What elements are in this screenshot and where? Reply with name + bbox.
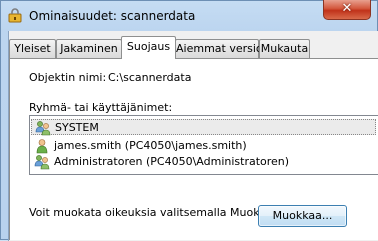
groups-label: Ryhmä- tai käyttäjänimet: (29, 101, 173, 114)
group-users-icon (35, 120, 51, 136)
list-item-system[interactable]: SYSTEM (31, 119, 376, 136)
edit-hint-text: Voit muokata oikeuksia valitsemalla Muok… (29, 206, 283, 219)
lock-folder-icon (8, 8, 22, 23)
window-title: Ominaisuudet: scannerdata (29, 9, 196, 23)
object-name-label: Objektin nimi: (29, 71, 107, 84)
close-button[interactable]: ✕ (323, 0, 371, 20)
tab-sharing[interactable]: Jakaminen (56, 39, 122, 58)
principal-name: Administratoren (PC4050\Administratoren) (54, 155, 290, 168)
title-bar[interactable]: Ominaisuudet: scannerdata ✕ (1, 0, 378, 31)
tab-customize[interactable]: Mukauta (259, 39, 310, 58)
principal-name: SYSTEM (55, 121, 99, 134)
close-icon: ✕ (341, 1, 353, 16)
principals-list[interactable]: SYSTEM james.smith (PC4050\james.smith) … (29, 115, 378, 175)
object-name-value: C:\scannerdata (108, 71, 192, 84)
principal-name: james.smith (PC4050\james.smith) (54, 139, 247, 152)
tab-security[interactable]: Suojaus (121, 36, 176, 59)
edit-button[interactable]: Muokkaa... (258, 205, 347, 227)
user-icon (34, 138, 50, 154)
tab-previous-versions[interactable]: Aiemmat versiot (175, 39, 267, 58)
tab-general[interactable]: Yleiset (9, 39, 56, 58)
group-users-icon (34, 154, 50, 170)
